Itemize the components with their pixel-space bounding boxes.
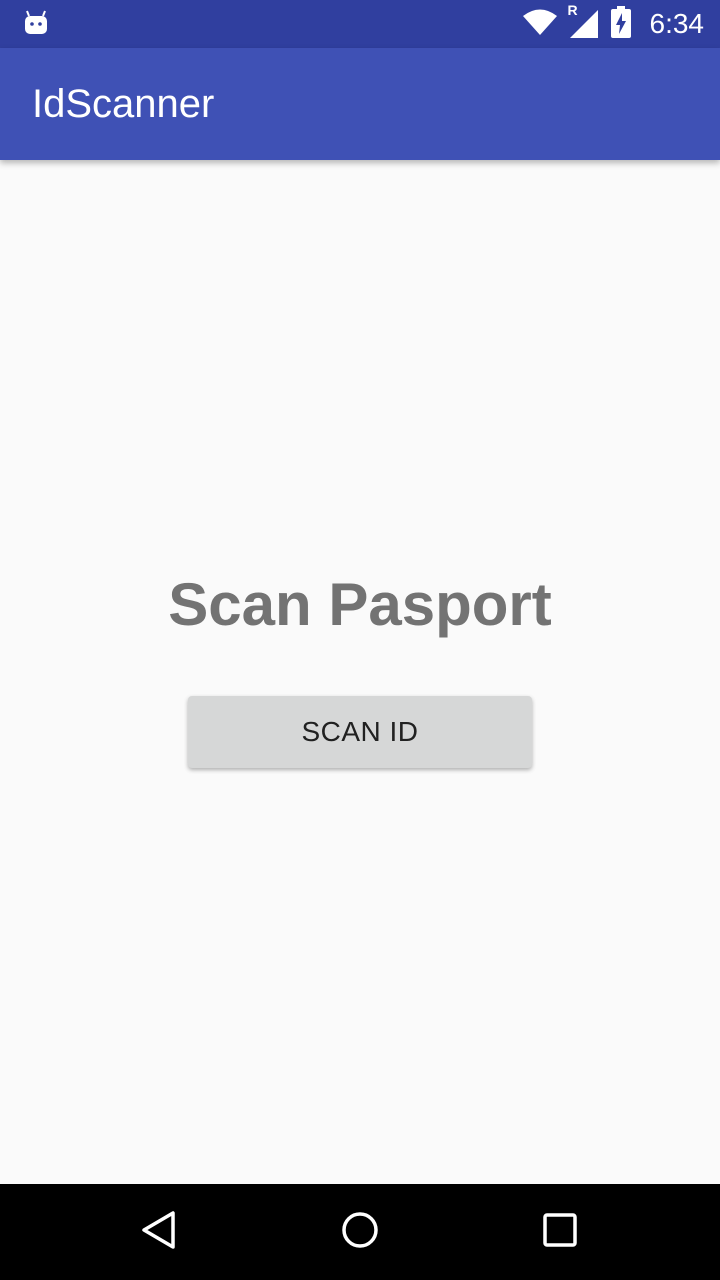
back-button[interactable] — [100, 1184, 220, 1280]
main-content: Scan Pasport SCAN ID — [0, 160, 720, 1184]
status-time: 6:34 — [649, 8, 705, 39]
status-icons: R 6:34 — [522, 0, 705, 48]
recents-icon — [542, 1212, 578, 1253]
recents-button[interactable] — [500, 1184, 620, 1280]
android-icon — [24, 10, 48, 36]
cell-signal-icon: R — [568, 2, 600, 40]
app-bar: IdScanner — [0, 48, 720, 160]
back-icon — [140, 1210, 180, 1255]
status-bar: R 6:34 — [0, 0, 720, 48]
home-button[interactable] — [300, 1184, 420, 1280]
battery-charging-icon — [610, 5, 632, 43]
home-icon — [340, 1210, 380, 1255]
scan-headline: Scan Pasport — [168, 571, 552, 638]
scan-id-button[interactable]: SCAN ID — [188, 696, 532, 768]
wifi-icon — [522, 7, 558, 42]
network-type-label: R — [567, 2, 578, 18]
navigation-bar — [0, 1184, 720, 1280]
app-title: IdScanner — [32, 82, 215, 126]
screen: R 6:34 IdScanner Scan Pasport SCAN ID — [0, 0, 720, 1280]
